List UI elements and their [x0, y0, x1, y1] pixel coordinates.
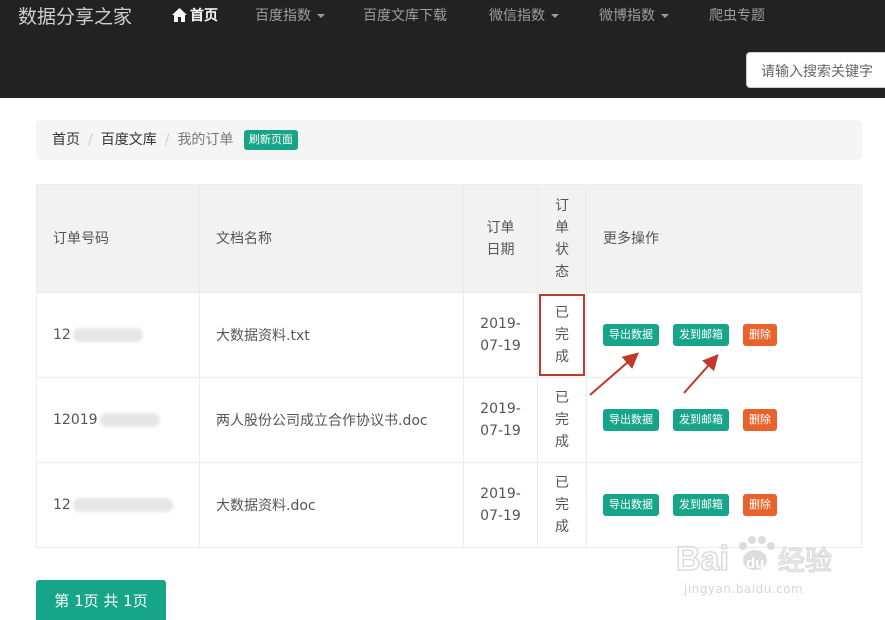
delete-button[interactable]: 删除 — [743, 409, 777, 431]
delete-button[interactable]: 删除 — [743, 494, 777, 516]
delete-button[interactable]: 删除 — [743, 324, 777, 346]
header-doc-name: 文档名称 — [199, 184, 464, 293]
order-status-cell: 已完成 — [537, 462, 587, 548]
svg-text:经验: 经验 — [778, 546, 832, 577]
export-data-button[interactable]: 导出数据 — [603, 409, 659, 431]
header-order-status: 订单状态 — [537, 184, 587, 293]
nav-item-label: 微信指数 — [489, 8, 545, 24]
order-status-cell: 已完成 — [537, 377, 587, 463]
watermark-url: jingyan.baidu.com — [684, 582, 804, 596]
redacted-blur — [99, 413, 160, 427]
search-placeholder: 请输入搜索关键字 — [761, 64, 873, 80]
pagination-indicator[interactable]: 第 1页 共 1页 — [36, 580, 166, 620]
header-more-actions: 更多操作 — [586, 184, 862, 293]
order-date: 2019-07-19 — [480, 316, 521, 354]
order-status-cell: 已完成 — [537, 292, 587, 378]
send-email-button[interactable]: 发到邮箱 — [673, 494, 729, 516]
doc-name-cell: 两人股份公司成立合作协议书.doc — [199, 377, 464, 463]
order-status: 已完成 — [555, 305, 569, 365]
nav-item-label: 百度指数 — [255, 8, 311, 24]
breadcrumb-separator: / — [164, 132, 170, 148]
order-id: 12 — [53, 497, 71, 513]
status-highlight-box: 已完成 — [539, 294, 585, 376]
header-order-date: 订单日期 — [463, 184, 538, 293]
nav-item-crawler-topic[interactable]: 爬虫专题 — [709, 6, 765, 26]
nav-item-label: 首页 — [190, 8, 218, 24]
order-id: 12 — [53, 327, 71, 343]
doc-name-cell: 大数据资料.doc — [199, 462, 464, 548]
header-order-date-text: 订单日期 — [486, 219, 515, 258]
site-brand[interactable]: 数据分享之家 — [18, 4, 132, 30]
redacted-blur — [72, 328, 143, 342]
order-status: 已完成 — [555, 390, 569, 450]
nav-item-wenku-download[interactable]: 百度文库下载 — [363, 6, 447, 26]
search-input[interactable]: 请输入搜索关键字 — [746, 52, 885, 88]
table-row: 12 大数据资料.txt 2019-07-19 已完成 导出数据 发到邮箱 删除 — [36, 292, 862, 378]
table-header-row: 订单号码 文档名称 订单日期 订单状态 更多操作 — [36, 184, 862, 293]
nav-item-home[interactable]: 首页 — [172, 6, 218, 26]
nav-item-label: 爬虫专题 — [709, 8, 765, 24]
nav-item-wechat-index[interactable]: 微信指数 — [489, 6, 559, 26]
top-navbar: 数据分享之家 首页 百度指数 百度文库下载 微信指数 微博指数 爬虫专题 请输入… — [0, 0, 885, 98]
actions-cell: 导出数据 发到邮箱 删除 — [586, 377, 862, 463]
order-date: 2019-07-19 — [480, 486, 521, 524]
breadcrumb-current: 我的订单 — [177, 132, 234, 148]
actions-cell: 导出数据 发到邮箱 删除 — [586, 292, 862, 378]
nav-item-label: 微博指数 — [599, 8, 655, 24]
order-id-cell: 12019 — [36, 377, 200, 463]
order-id-cell: 12 — [36, 292, 200, 378]
export-data-button[interactable]: 导出数据 — [603, 324, 659, 346]
breadcrumb-home[interactable]: 首页 — [52, 132, 80, 148]
nav-item-label: 百度文库下载 — [363, 8, 447, 24]
header-order-id: 订单号码 — [36, 184, 200, 293]
table-row: 12019 两人股份公司成立合作协议书.doc 2019-07-19 已完成 导… — [36, 377, 862, 463]
order-status: 已完成 — [555, 475, 569, 535]
orders-table: 订单号码 文档名称 订单日期 订单状态 更多操作 12 大数据资料.txt 20… — [36, 184, 862, 548]
header-order-status-text: 订单状态 — [555, 197, 569, 280]
export-data-button[interactable]: 导出数据 — [603, 494, 659, 516]
baidu-jingyan-watermark: Bai du 经验 jingyan.baidu.com — [675, 528, 856, 608]
caret-down-icon — [661, 14, 669, 18]
breadcrumb: 首页 / 百度文库 / 我的订单 刷新页面 — [36, 120, 862, 160]
nav-item-weibo-index[interactable]: 微博指数 — [599, 6, 669, 26]
order-id: 12019 — [53, 412, 98, 428]
send-email-button[interactable]: 发到邮箱 — [673, 409, 729, 431]
order-id-cell: 12 — [36, 462, 200, 548]
order-date: 2019-07-19 — [480, 401, 521, 439]
caret-down-icon — [551, 14, 559, 18]
svg-text:du: du — [746, 555, 764, 572]
send-email-button[interactable]: 发到邮箱 — [673, 324, 729, 346]
doc-name-cell: 大数据资料.txt — [199, 292, 464, 378]
refresh-page-button[interactable]: 刷新页面 — [243, 130, 298, 150]
order-date-cell: 2019-07-19 — [463, 462, 538, 548]
svg-text:Bai: Bai — [676, 540, 729, 578]
redacted-blur — [72, 498, 173, 512]
home-icon — [172, 8, 187, 22]
baidu-jingyan-logo: Bai du 经验 — [675, 536, 833, 579]
order-date-cell: 2019-07-19 — [463, 377, 538, 463]
caret-down-icon — [317, 14, 325, 18]
nav-item-baidu-index[interactable]: 百度指数 — [255, 6, 325, 26]
breadcrumb-separator: / — [88, 132, 93, 148]
breadcrumb-wenku[interactable]: 百度文库 — [101, 132, 157, 148]
order-date-cell: 2019-07-19 — [463, 292, 538, 378]
